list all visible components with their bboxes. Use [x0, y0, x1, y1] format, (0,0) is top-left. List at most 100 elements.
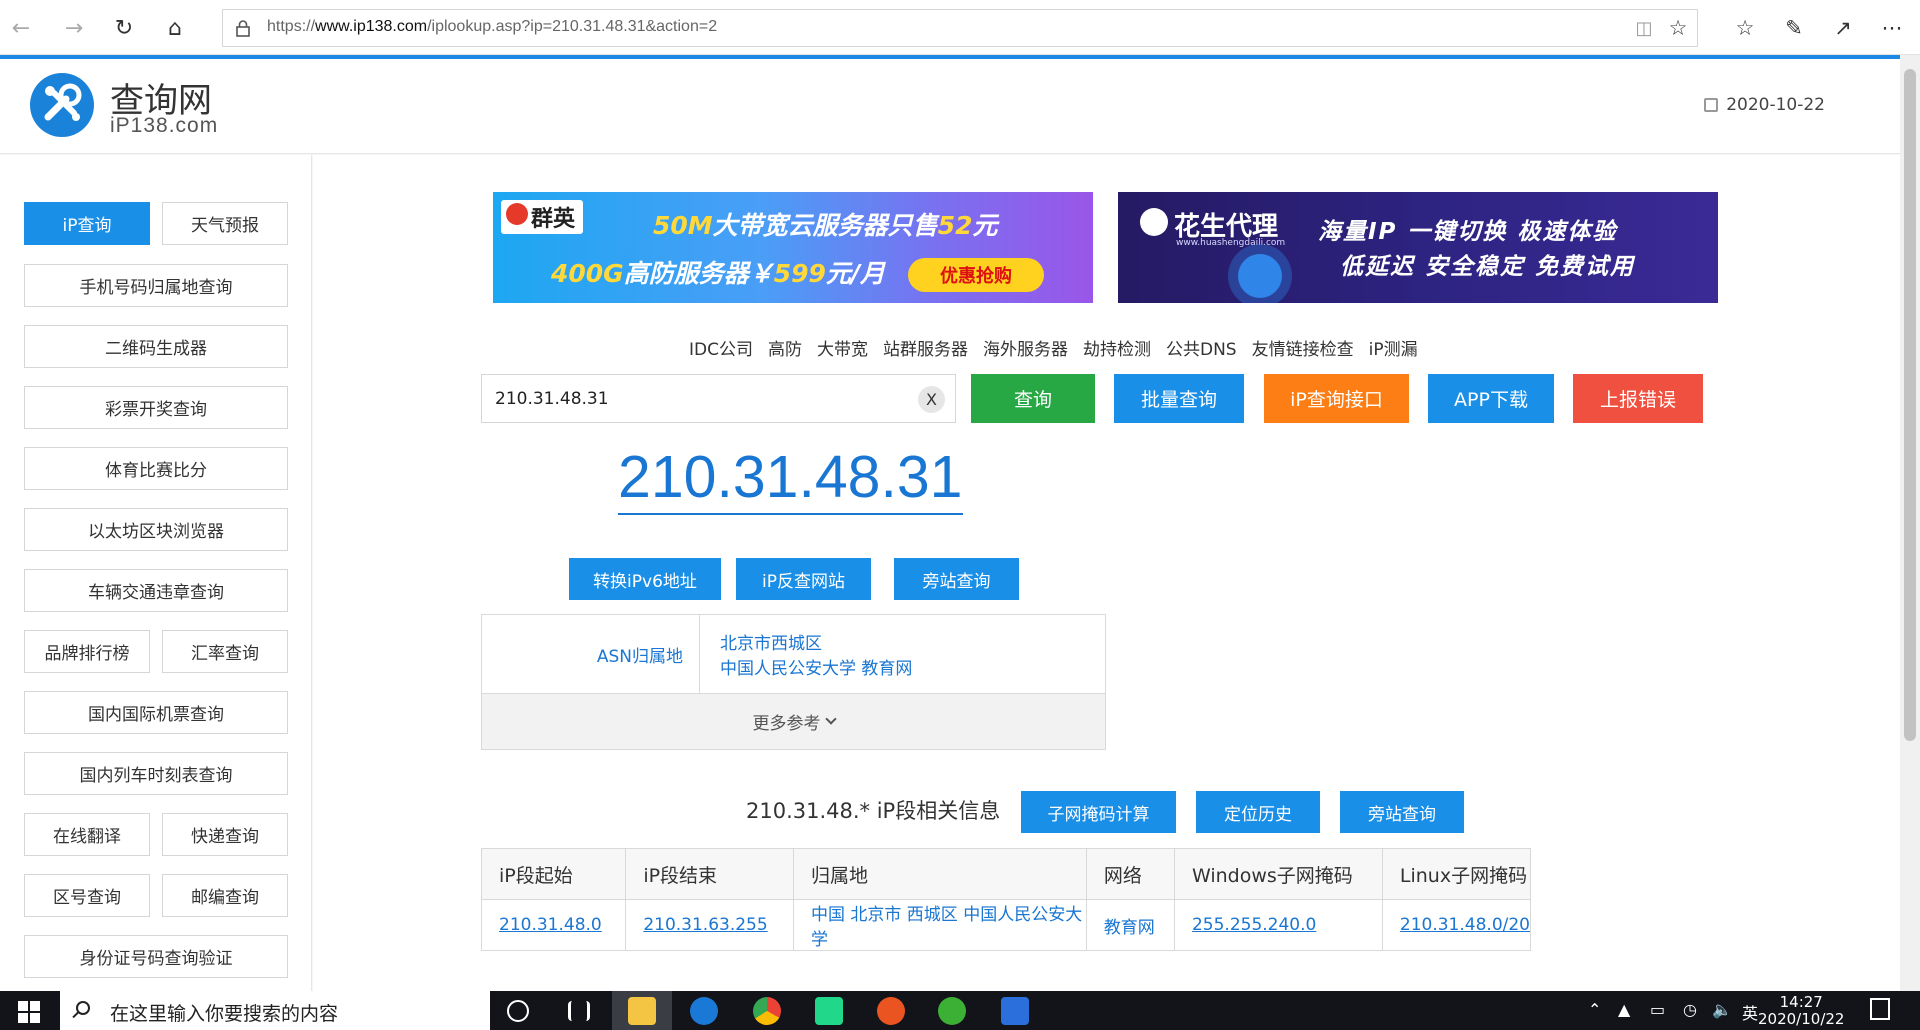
scrollbar[interactable] [1900, 55, 1920, 991]
asn-location[interactable]: 北京市西城区 [720, 629, 822, 654]
result-ip[interactable]: 210.31.48.31 [618, 443, 963, 515]
sidebar-item-flights[interactable]: 国内国际机票查询 [24, 691, 288, 734]
lock-icon [236, 20, 250, 37]
link-public-dns[interactable]: 公共DNS [1166, 335, 1237, 360]
link-idc[interactable]: IDC公司 [689, 335, 753, 360]
sidebar-item-exchange[interactable]: 汇率查询 [162, 630, 288, 673]
pycharm-icon[interactable] [815, 997, 843, 1025]
notification-icon[interactable] [1870, 998, 1890, 1020]
link-bandwidth[interactable]: 大带宽 [817, 335, 868, 360]
asn-label[interactable]: ASN归属地 [482, 615, 700, 693]
logo-tools-icon[interactable] [30, 73, 94, 137]
subnet-calc-button[interactable]: 子网掩码计算 [1021, 791, 1176, 833]
chrome-icon[interactable] [753, 997, 781, 1025]
battery-icon[interactable]: ▭ [1650, 1000, 1665, 1019]
more-icon[interactable]: ⋯ [1877, 13, 1907, 43]
system-clock[interactable]: 14:27 2020/10/22 [1758, 994, 1844, 1028]
sidebar-item-traffic[interactable]: 车辆交通违章查询 [24, 569, 288, 612]
more-reference-toggle[interactable]: 更多参考 [482, 693, 1105, 749]
segment-side-site-button[interactable]: 旁站查询 [1340, 791, 1464, 833]
file-explorer-icon[interactable] [628, 997, 656, 1025]
taskbar-search[interactable]: 在这里输入你要搜索的内容 [60, 991, 490, 1030]
sidebar-item-areacode[interactable]: 区号查询 [24, 874, 150, 917]
reading-view-icon[interactable]: ◫ [1629, 13, 1659, 43]
app-download-button[interactable]: APP下载 [1428, 374, 1554, 423]
ipv6-convert-button[interactable]: 转换iPv6地址 [569, 558, 721, 600]
wps-icon[interactable] [1001, 997, 1029, 1025]
volume-icon[interactable]: 🔈 [1712, 1000, 1732, 1019]
cell-linux-mask[interactable]: 210.31.48.0/20 [1381, 899, 1532, 951]
link-hijack[interactable]: 劫持检测 [1083, 335, 1151, 360]
favorites-icon[interactable]: ☆ [1730, 13, 1760, 43]
scroll-thumb[interactable] [1904, 69, 1916, 741]
table-row: 210.31.48.0 210.31.63.255 中国 北京市 西城区 中国人… [480, 899, 1532, 951]
asn-info-table: ASN归属地 北京市西城区 中国人民公安大学 教育网 更多参考 [481, 614, 1106, 750]
batch-query-button[interactable]: 批量查询 [1114, 374, 1244, 423]
ip-api-button[interactable]: iP查询接口 [1264, 374, 1409, 423]
sidebar-item-sports[interactable]: 体育比赛比分 [24, 447, 288, 490]
sidebar-item-qrcode[interactable]: 二维码生成器 [24, 325, 288, 368]
edge-browser-icon[interactable] [690, 997, 718, 1025]
link-ip-leak[interactable]: iP测漏 [1369, 335, 1418, 360]
huasheng-domain: www.huashengdaili.com [1176, 238, 1286, 248]
query-button[interactable]: 查询 [971, 374, 1095, 423]
sidebar-item-translate[interactable]: 在线翻译 [24, 813, 150, 856]
cell-windows-mask[interactable]: 255.255.240.0 [1173, 899, 1383, 951]
sidebar: iP查询 天气预报 手机号码归属地查询 二维码生成器 彩票开奖查询 体育比赛比分… [0, 155, 312, 991]
ip-search-input[interactable] [482, 375, 902, 422]
link-friend-check[interactable]: 友情链接检查 [1252, 335, 1354, 360]
side-site-button[interactable]: 旁站查询 [894, 558, 1019, 600]
ime-language[interactable]: 英 [1742, 1000, 1758, 1024]
ad-banner-qunying[interactable]: 群英 50M大带宽云服务器只售52元 400G高防服务器￥599元/月 优惠抢购 [493, 192, 1093, 303]
date-text: 2020-10-22 [1726, 95, 1825, 115]
back-icon[interactable]: ← [4, 11, 38, 45]
cortana-icon[interactable] [507, 1000, 529, 1022]
report-error-button[interactable]: 上报错误 [1573, 374, 1703, 423]
logo-subtitle[interactable]: iP138.com [110, 114, 218, 138]
task-view-icon[interactable] [568, 1001, 590, 1021]
favorite-star-icon[interactable]: ☆ [1663, 13, 1693, 43]
sidebar-item-ethereum[interactable]: 以太坊区块浏览器 [24, 508, 288, 551]
link-overseas-server[interactable]: 海外服务器 [983, 335, 1068, 360]
ubuntu-icon[interactable] [877, 997, 905, 1025]
clear-input-button[interactable]: X [918, 386, 945, 413]
ip-reverse-button[interactable]: iP反查网站 [736, 558, 871, 600]
location-history-button[interactable]: 定位历史 [1196, 791, 1320, 833]
windows-start-icon[interactable] [18, 1001, 40, 1023]
col-header-windows-mask: Windows子网掩码 [1173, 848, 1383, 900]
address-bar[interactable]: https://www.ip138.com/iplookup.asp?ip=21… [222, 9, 1698, 47]
refresh-icon[interactable]: ↻ [107, 11, 141, 45]
site-header: 查询网 iP138.com 2020-10-22 [0, 59, 1900, 154]
cell-network[interactable]: 教育网 [1085, 899, 1175, 951]
asn-org[interactable]: 中国人民公安大学 教育网 [720, 654, 912, 679]
cell-location[interactable]: 中国 北京市 西城区 中国人民公安大学 [792, 899, 1087, 951]
cell-end[interactable]: 210.31.63.255 [625, 899, 794, 951]
qunying-logo: 群英 [501, 200, 584, 234]
chevron-down-icon [824, 713, 837, 725]
sidebar-item-weather[interactable]: 天气预报 [162, 202, 288, 245]
sidebar-item-mobile[interactable]: 手机号码归属地查询 [24, 264, 288, 307]
url-text[interactable]: https://www.ip138.com/iplookup.asp?ip=21… [267, 18, 717, 36]
link-gaofang[interactable]: 高防 [768, 335, 802, 360]
network-icon[interactable]: ▲ [1618, 1000, 1630, 1019]
sidebar-item-trains[interactable]: 国内列车时刻表查询 [24, 752, 288, 795]
link-station-server[interactable]: 站群服务器 [883, 335, 968, 360]
ip-search-box: X [481, 374, 956, 423]
sidebar-item-postcode[interactable]: 邮编查询 [162, 874, 288, 917]
sidebar-item-idcard[interactable]: 身份证号码查询验证 [24, 935, 288, 978]
sidebar-item-express[interactable]: 快递查询 [162, 813, 288, 856]
banner2-disc-icon [1238, 254, 1282, 298]
home-icon[interactable]: ⌂ [158, 11, 192, 45]
sidebar-item-ip-query[interactable]: iP查询 [24, 202, 150, 245]
banner1-buy-button[interactable]: 优惠抢购 [908, 258, 1044, 292]
wifi-icon[interactable]: ◷ [1683, 1000, 1697, 1019]
pen-icon[interactable]: ✎ [1779, 13, 1809, 43]
cell-start[interactable]: 210.31.48.0 [480, 899, 627, 951]
forward-icon[interactable]: → [57, 11, 91, 45]
sidebar-item-brand[interactable]: 品牌排行榜 [24, 630, 150, 673]
ad-banner-huasheng[interactable]: 花生代理 www.huashengdaili.com 海量IP 一键切换 极速体… [1118, 192, 1718, 303]
chevron-up-icon[interactable]: ⌃ [1588, 1000, 1601, 1019]
share-icon[interactable]: ↗ [1828, 13, 1858, 43]
wechat-icon[interactable] [938, 997, 966, 1025]
sidebar-item-lottery[interactable]: 彩票开奖查询 [24, 386, 288, 429]
